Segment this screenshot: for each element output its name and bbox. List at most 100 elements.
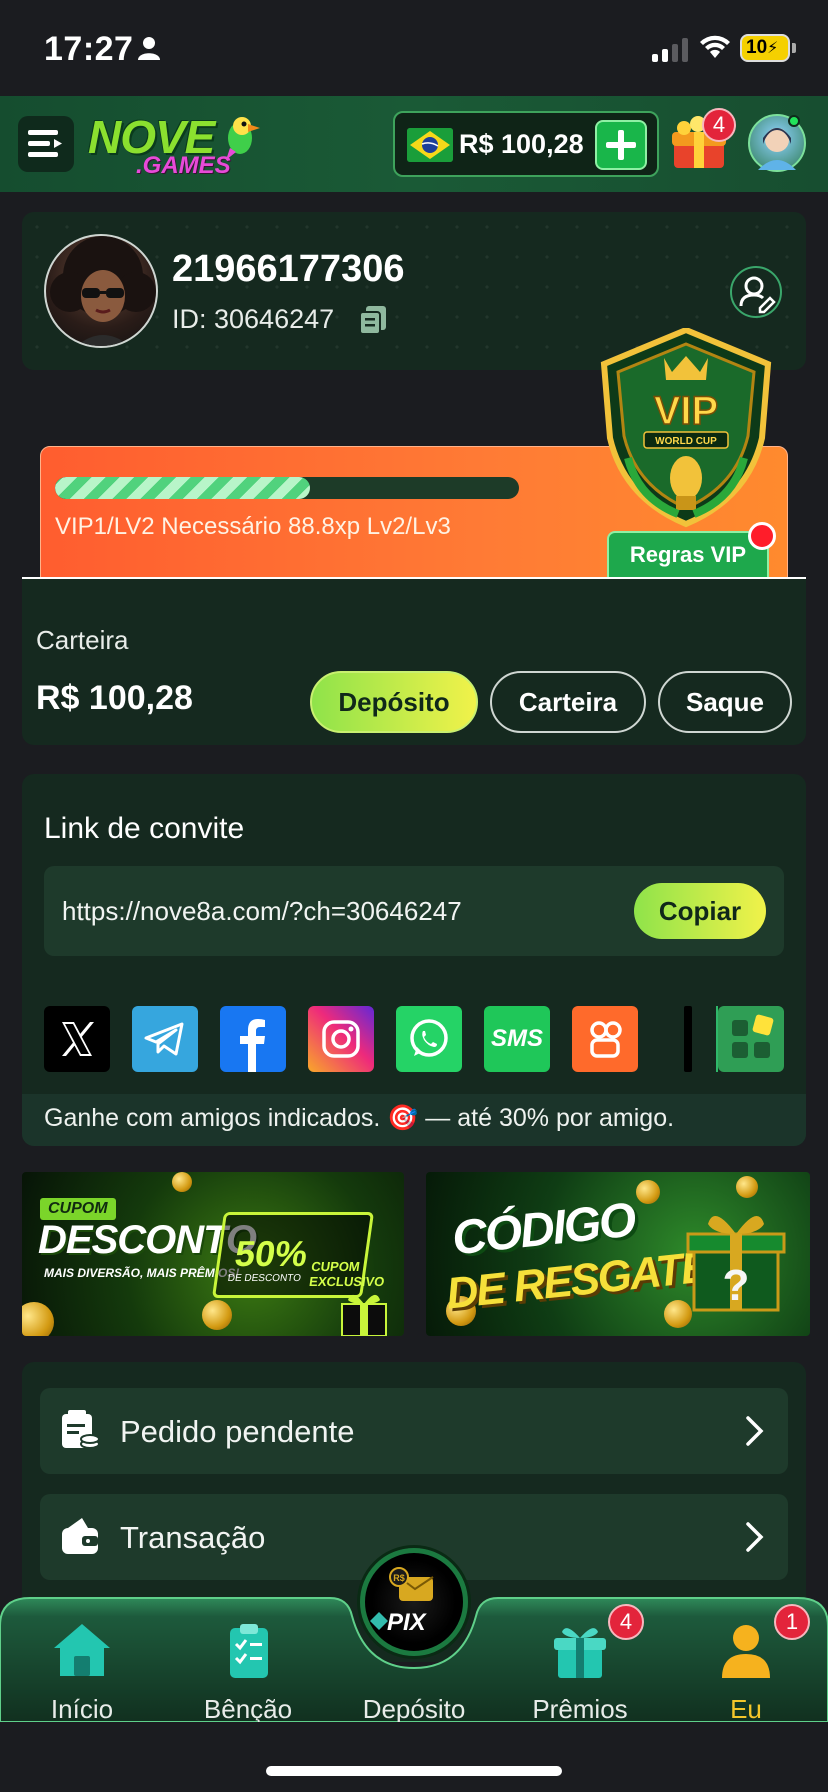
home-indicator[interactable]	[266, 1766, 562, 1776]
kwai-icon	[590, 1021, 622, 1058]
pending-orders-icon	[62, 1410, 100, 1449]
brazil-flag-icon	[407, 128, 453, 162]
battery-icon: 10⚡	[740, 34, 790, 62]
pix-label: PIX	[387, 1609, 426, 1636]
username: 21966177306	[172, 248, 405, 290]
chevron-right-icon	[746, 1522, 764, 1552]
nav-label: Bênção	[203, 1694, 293, 1724]
banner-cupom-tag: CUPOM	[40, 1198, 116, 1220]
nav-label: Eu	[730, 1694, 762, 1724]
discount-coupon-banner[interactable]: CUPOM DESCONTO MAIS DIVERSÃO, MAIS PRÊMI…	[22, 1172, 404, 1336]
app-logo[interactable]: NOVE .GAMES	[88, 110, 263, 180]
sms-share-button[interactable]: SMS	[484, 1006, 550, 1072]
menu-item-label: Pedido pendente	[120, 1414, 355, 1449]
kwai-share-button[interactable]	[572, 1006, 638, 1072]
mystery-gift-icon: ?	[686, 1216, 786, 1312]
nav-home[interactable]: Início	[12, 1618, 152, 1724]
invite-link-box: https://nove8a.com/?ch=30646247 Copiar	[44, 866, 784, 956]
coin-decoration	[202, 1300, 232, 1330]
wallet-transaction-icon	[62, 1518, 98, 1554]
wallet-balance: R$ 100,28	[36, 679, 193, 717]
edit-profile-button[interactable]	[730, 266, 782, 318]
pix-wallet-icon: R$	[389, 1567, 434, 1601]
apps-grid-icon	[732, 1014, 774, 1058]
vip-rules-label: Regras VIP	[629, 542, 747, 567]
wallet-button[interactable]: Carteira	[490, 671, 646, 733]
pix-currency: R$	[393, 1573, 405, 1583]
vip-badge-sub: WORLD CUP	[655, 436, 717, 447]
copy-link-button[interactable]: Copiar	[634, 883, 766, 939]
nav-label: Depósito	[362, 1694, 466, 1724]
x-icon	[62, 1022, 94, 1056]
status-bar: 17:27 10⚡	[0, 0, 828, 96]
banner-desconto-subtitle: MAIS DIVERSÃO, MAIS PRÊMIOS!	[44, 1266, 240, 1280]
menu-item-pending-orders[interactable]: Pedido pendente	[40, 1388, 788, 1474]
parrot-icon	[226, 117, 260, 160]
logo-sub-text: .GAMES	[136, 152, 231, 179]
gift-box-icon	[341, 1294, 387, 1336]
gift-icon	[554, 1628, 606, 1678]
person-icon	[138, 37, 160, 60]
coin-decoration	[22, 1302, 54, 1336]
more-apps-share-button[interactable]	[718, 1006, 784, 1072]
coin-decoration	[172, 1172, 192, 1192]
battery-level: 10	[746, 37, 768, 58]
wallet-label: Carteira	[36, 625, 129, 655]
chevron-right-icon	[746, 1416, 764, 1446]
wallet-card: Carteira R$ 100,28 Depósito Carteira Saq…	[22, 579, 806, 745]
menu-button[interactable]	[18, 116, 74, 172]
profile-avatar[interactable]	[44, 234, 158, 348]
user-id: ID: 30646247	[172, 304, 335, 334]
x-twitter-share-button[interactable]	[44, 1006, 110, 1072]
pix-deposit-button[interactable]: R$ PIX	[360, 1548, 468, 1656]
notification-badge: 4	[702, 108, 736, 142]
whatsapp-icon	[410, 1019, 448, 1057]
telegram-icon	[144, 1022, 184, 1056]
cupom-caption: CUPOM EXCLUSIVO	[308, 1259, 386, 1289]
vip-badge-title: VIP	[654, 389, 718, 433]
share-row: SMS	[44, 1006, 784, 1072]
header-balance-pill[interactable]: R$ 100,28	[393, 111, 659, 177]
telegram-share-button[interactable]	[132, 1006, 198, 1072]
invite-footer-text: Ganhe com amigos indicados. 🎯 — até 30% …	[44, 1104, 675, 1132]
invite-card: Link de convite https://nove8a.com/?ch=3…	[22, 774, 806, 1146]
status-time: 17:27	[44, 30, 134, 68]
invite-title: Link de convite	[44, 812, 245, 845]
app-header: NOVE .GAMES R$ 100,28 4	[0, 96, 828, 192]
edit-user-icon	[739, 276, 776, 314]
vip-rules-button[interactable]: Regras VIP	[607, 531, 769, 579]
user-avatar-icon	[50, 236, 156, 346]
instagram-icon	[322, 1020, 360, 1058]
menu-item-label: Transação	[120, 1520, 266, 1555]
coin-decoration	[736, 1176, 758, 1198]
add-funds-button[interactable]	[595, 120, 647, 170]
vip-progress-text: VIP1/LV2 Necessário 88.8xp Lv2/Lv3	[55, 513, 451, 540]
whatsapp-share-button[interactable]	[396, 1006, 462, 1072]
svg-text:?: ?	[723, 1261, 750, 1310]
home-icon	[54, 1624, 110, 1676]
vip-alert-dot	[748, 522, 776, 550]
header-balance: R$ 100,28	[459, 129, 584, 159]
facebook-share-button[interactable]	[220, 1006, 286, 1072]
nav-blessing[interactable]: Bênção	[178, 1618, 318, 1724]
coin-decoration	[636, 1180, 660, 1204]
discount-caption: DE DESCONTO	[226, 1273, 302, 1284]
hamburger-icon	[28, 130, 62, 157]
cellular-signal-icon	[652, 38, 688, 62]
vip-world-cup-badge: VIP WORLD CUP	[600, 328, 772, 528]
bottom-safe-area	[0, 1722, 828, 1792]
user-profile-icon	[722, 1625, 770, 1678]
me-badge: 1	[774, 1604, 810, 1640]
copy-id-icon[interactable]	[358, 304, 388, 336]
sms-label: SMS	[490, 1025, 543, 1052]
nav-label: Início	[50, 1694, 114, 1724]
pix-diamond-icon	[370, 1612, 388, 1630]
discount-percent: 50%	[232, 1233, 311, 1274]
wifi-icon	[700, 35, 730, 58]
withdraw-button[interactable]: Saque	[658, 671, 792, 733]
redeem-code-banner[interactable]: CÓDIGO DE RESGATE ?	[426, 1172, 810, 1336]
instagram-share-button[interactable]	[308, 1006, 374, 1072]
online-status-dot	[788, 115, 800, 127]
deposit-button[interactable]: Depósito	[310, 671, 478, 733]
share-overflow-edge	[684, 1006, 692, 1072]
